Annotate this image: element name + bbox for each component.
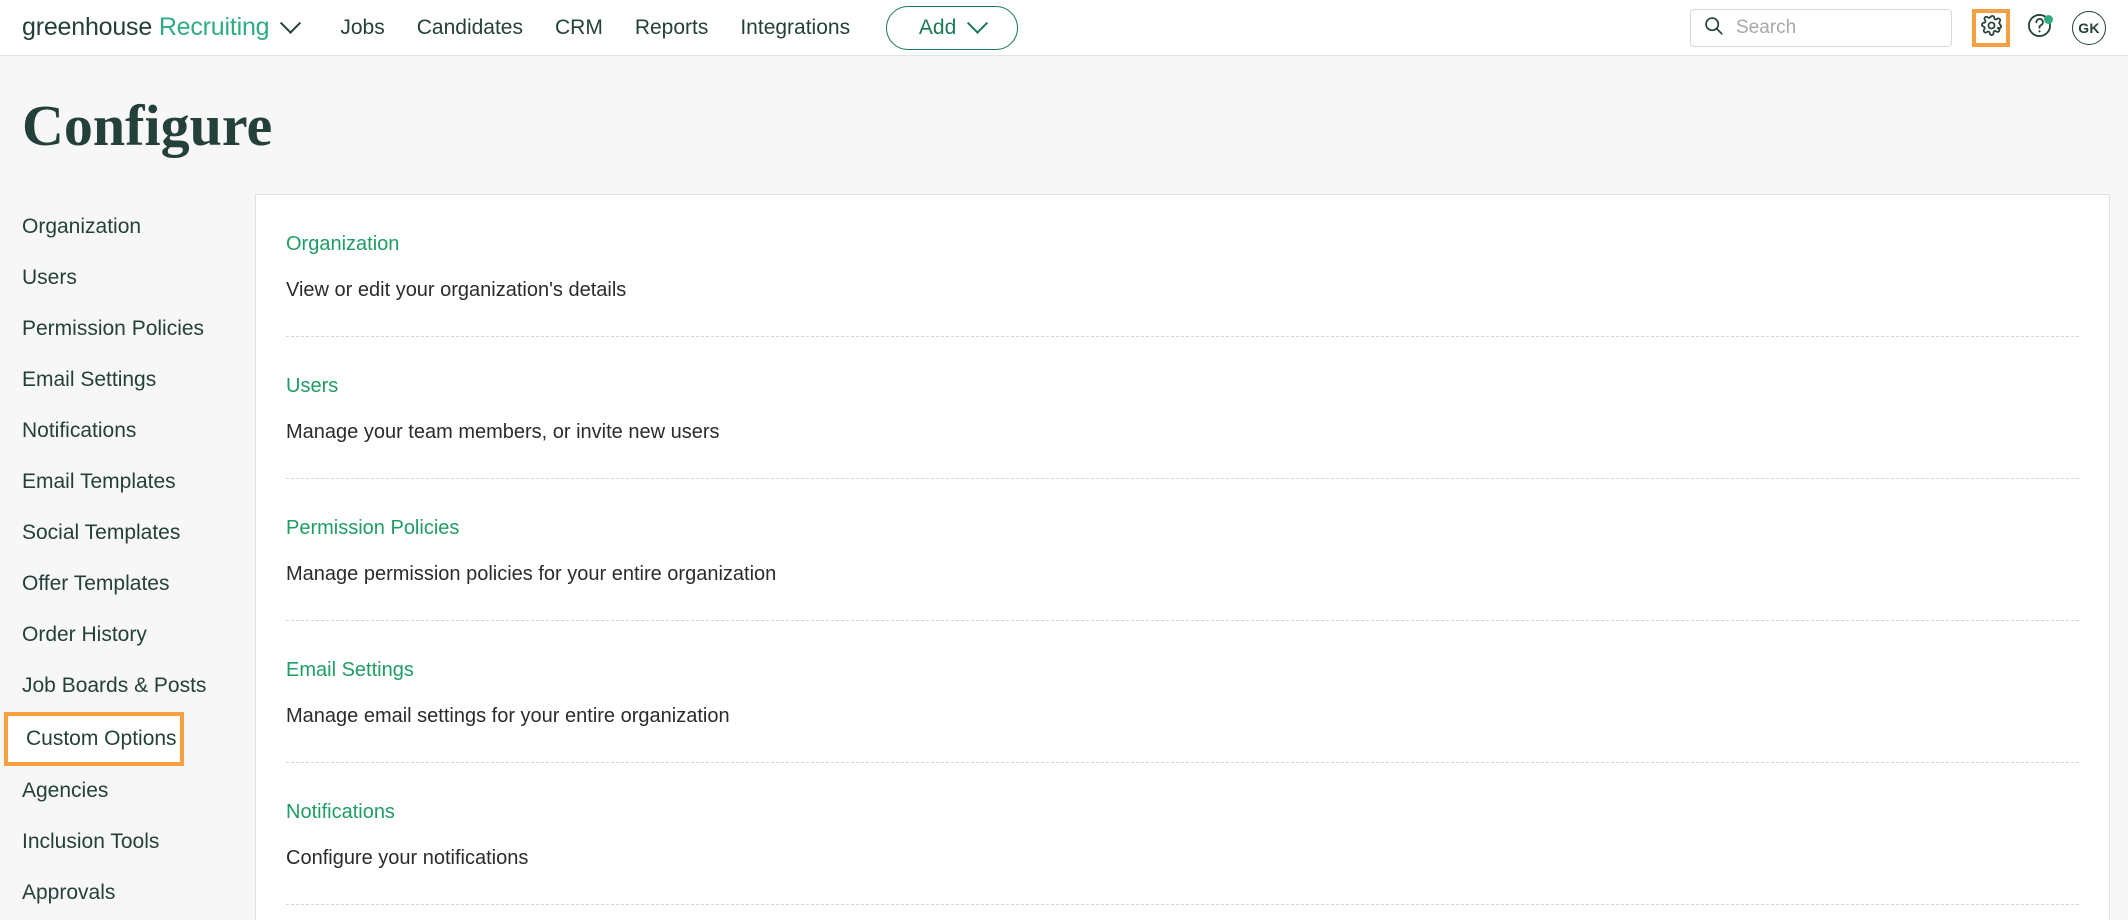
config-description-organization: View or edit your organization's details xyxy=(286,278,627,301)
config-link-permission-policies[interactable]: Permission Policies xyxy=(286,517,459,540)
config-entry-organization: Organization View or edit your organizat… xyxy=(286,195,2079,337)
top-navigation-bar: greenhouse Recruiting Jobs Candidates CR… xyxy=(0,0,2128,56)
config-entry-permission-policies: Permission Policies Manage permission po… xyxy=(286,479,2079,621)
chevron-down-icon xyxy=(967,12,989,34)
gear-icon xyxy=(1980,14,2003,42)
config-link-users[interactable]: Users xyxy=(286,375,338,398)
main-menu: Jobs Candidates CRM Reports Integrations xyxy=(340,16,850,40)
config-link-notifications[interactable]: Notifications xyxy=(286,801,395,824)
config-description-email-settings: Manage email settings for your entire or… xyxy=(286,704,730,727)
page-layout: Organization Users Permission Policies E… xyxy=(0,158,2128,920)
chevron-down-icon xyxy=(280,12,302,34)
sidebar-item-notifications[interactable]: Notifications xyxy=(0,406,255,457)
sidebar-item-users[interactable]: Users xyxy=(0,253,255,304)
nav-link-candidates[interactable]: Candidates xyxy=(417,16,523,40)
nav-link-integrations[interactable]: Integrations xyxy=(740,16,850,40)
brand-name-greenhouse: greenhouse xyxy=(22,13,153,41)
configure-sidebar: Organization Users Permission Policies E… xyxy=(0,194,255,920)
brand-logo-dropdown[interactable]: greenhouse Recruiting xyxy=(22,12,302,42)
sidebar-item-custom-options[interactable]: Custom Options xyxy=(4,711,184,766)
avatar-initials: GK xyxy=(2078,19,2100,36)
sidebar-item-permission-policies[interactable]: Permission Policies xyxy=(0,304,255,355)
sidebar-item-inclusion-tools[interactable]: Inclusion Tools xyxy=(0,817,255,868)
search-box[interactable] xyxy=(1690,8,1952,47)
help-button[interactable] xyxy=(2020,9,2058,47)
sidebar-item-social-templates[interactable]: Social Templates xyxy=(0,508,255,559)
settings-gear-button[interactable] xyxy=(1972,8,2010,47)
notification-badge-dot xyxy=(2044,14,2053,24)
sidebar-item-job-boards-and-posts[interactable]: Job Boards & Posts xyxy=(0,661,255,712)
config-entry-notifications: Notifications Configure your notificatio… xyxy=(286,763,2079,905)
config-entry-users: Users Manage your team members, or invit… xyxy=(286,337,2079,479)
config-entry-email-templates: Email Templates Configure your email tem… xyxy=(286,905,2079,920)
nav-right-cluster: GK xyxy=(1690,8,2106,47)
config-description-permission-policies: Manage permission policies for your enti… xyxy=(286,562,777,585)
config-entry-email-settings: Email Settings Manage email settings for… xyxy=(286,621,2079,763)
nav-link-crm[interactable]: CRM xyxy=(555,16,603,40)
user-avatar[interactable]: GK xyxy=(2072,10,2106,45)
nav-link-reports[interactable]: Reports xyxy=(635,16,709,40)
config-link-organization[interactable]: Organization xyxy=(286,233,399,256)
search-input[interactable] xyxy=(1736,16,1939,39)
sidebar-item-offer-templates[interactable]: Offer Templates xyxy=(0,559,255,610)
sidebar-item-order-history[interactable]: Order History xyxy=(0,610,255,661)
sidebar-item-approvals[interactable]: Approvals xyxy=(0,868,255,919)
brand-name-recruiting: Recruiting xyxy=(158,13,270,41)
sidebar-item-email-settings[interactable]: Email Settings xyxy=(0,355,255,406)
config-link-email-settings[interactable]: Email Settings xyxy=(286,659,414,682)
configure-content-panel: Organization View or edit your organizat… xyxy=(255,193,2110,920)
page-title: Configure xyxy=(22,93,273,158)
config-description-users: Manage your team members, or invite new … xyxy=(286,420,720,443)
sidebar-item-agencies[interactable]: Agencies xyxy=(0,766,255,817)
nav-link-jobs[interactable]: Jobs xyxy=(340,16,384,40)
sidebar-item-organization[interactable]: Organization xyxy=(0,202,255,253)
config-description-notifications: Configure your notifications xyxy=(286,846,529,869)
add-button[interactable]: Add xyxy=(886,5,1019,50)
add-button-label: Add xyxy=(918,15,957,39)
sidebar-item-email-templates[interactable]: Email Templates xyxy=(0,457,255,508)
search-icon xyxy=(1703,15,1724,41)
